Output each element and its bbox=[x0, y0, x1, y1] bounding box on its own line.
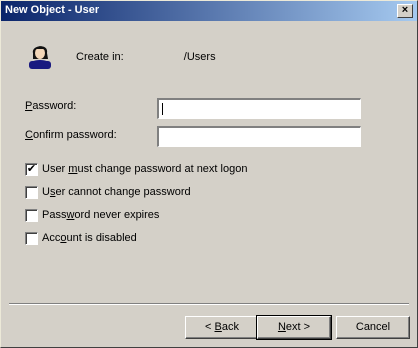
option-label[interactable]: User must change password at next logon bbox=[42, 163, 247, 175]
back-button[interactable]: < Back bbox=[185, 316, 259, 339]
close-icon: × bbox=[401, 4, 409, 16]
path-suffix: /Users bbox=[183, 51, 216, 63]
create-in-path: /Users bbox=[141, 51, 216, 63]
new-object-user-dialog: New Object - User × Create in: /Users Pa… bbox=[0, 0, 418, 348]
user-icon bbox=[29, 46, 51, 69]
confirm-password-field[interactable] bbox=[157, 126, 361, 147]
password-label: Password: bbox=[25, 100, 77, 112]
cancel-button[interactable]: Cancel bbox=[336, 316, 410, 339]
button-separator bbox=[9, 303, 409, 305]
password-field[interactable] bbox=[157, 98, 361, 119]
next-button[interactable]: Next > bbox=[256, 315, 332, 340]
account-disabled-checkbox[interactable] bbox=[25, 232, 38, 245]
must-change-password-checkbox[interactable]: ✔ bbox=[25, 163, 38, 176]
title-bar[interactable]: New Object - User × bbox=[1, 1, 417, 21]
option-label[interactable]: Account is disabled bbox=[42, 232, 137, 244]
blurred-domain bbox=[141, 51, 184, 63]
option-label[interactable]: User cannot change password bbox=[42, 186, 191, 198]
text-caret bbox=[162, 103, 163, 115]
window-title: New Object - User bbox=[5, 4, 100, 16]
confirm-password-label: Confirm password: bbox=[25, 129, 117, 141]
option-label[interactable]: Password never expires bbox=[42, 209, 159, 221]
cannot-change-password-checkbox[interactable] bbox=[25, 186, 38, 199]
password-never-expires-checkbox[interactable] bbox=[25, 209, 38, 222]
check-icon: ✔ bbox=[26, 163, 37, 175]
create-in-label: Create in: bbox=[76, 51, 124, 63]
close-button[interactable]: × bbox=[397, 4, 413, 18]
